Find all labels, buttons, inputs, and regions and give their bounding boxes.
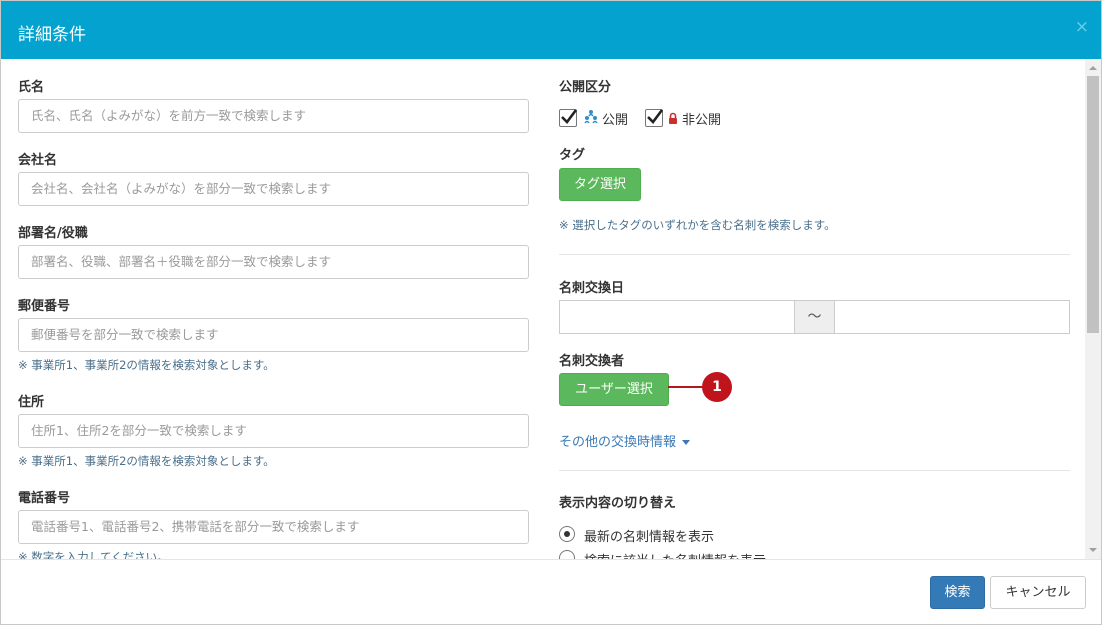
divider (559, 254, 1070, 255)
other-exchange-info-link[interactable]: その他の交換時情報 (559, 431, 691, 450)
private-checkbox[interactable] (645, 109, 664, 127)
scroll-up-arrow-icon[interactable] (1089, 66, 1097, 70)
dialog-title: 詳細条件 (18, 25, 86, 45)
close-icon[interactable]: × (1075, 17, 1089, 37)
tag-note: ※ 選択したタグのいずれかを含む名刺を検索します。 (559, 218, 836, 232)
search-button[interactable]: 検索 (930, 576, 985, 609)
checkmark-icon (647, 109, 664, 124)
exchange-date-label: 名刺交換日 (559, 281, 625, 296)
postal-note: ※ 事業所1、事業所2の情報を検索対象とします。 (18, 358, 275, 372)
scroll-down-arrow-icon[interactable] (1089, 548, 1097, 552)
dept-label: 部署名/役職 (18, 226, 88, 241)
exchanger-label: 名刺交換者 (559, 354, 625, 369)
other-exchange-info-label: その他の交換時情報 (559, 435, 677, 450)
matched-card-option-label: 検索に該当した名刺情報を表示 (584, 550, 766, 559)
postal-input[interactable]: 郵便番号を部分一致で検索します (18, 318, 529, 352)
visibility-label: 公開区分 (559, 80, 612, 95)
cancel-button[interactable]: キャンセル (990, 576, 1086, 609)
dialog-header: 詳細条件 × (1, 1, 1101, 59)
caret-down-icon (682, 440, 691, 445)
exchange-date-to-input[interactable] (834, 300, 1070, 334)
private-option-label: 非公開 (682, 113, 722, 128)
dialog-scrollbar[interactable] (1085, 59, 1101, 559)
checkmark-icon (561, 109, 578, 124)
callout-line (668, 386, 706, 388)
company-label: 会社名 (18, 153, 58, 168)
date-range-separator: ～ (794, 300, 835, 334)
dialog-footer: 検索 キャンセル (1, 559, 1101, 624)
name-label: 氏名 (18, 80, 45, 95)
postal-label: 郵便番号 (18, 299, 71, 314)
latest-card-option-label: 最新の名刺情報を表示 (584, 530, 715, 545)
public-checkbox[interactable] (559, 109, 578, 127)
phone-label: 電話番号 (18, 491, 71, 506)
search-conditions-dialog: 詳細条件 × 氏名 氏名、氏名（よみがな）を前方一致で検索します 会社名 会社名… (0, 0, 1102, 625)
latest-card-radio[interactable] (559, 526, 575, 542)
scroll-thumb[interactable] (1087, 76, 1099, 333)
phone-note: ※ 数字を入力してください。 (18, 550, 169, 559)
shared-people-icon (584, 108, 598, 128)
dept-input[interactable]: 部署名、役職、部署名＋役職を部分一致で検索します (18, 245, 529, 279)
public-option-label: 公開 (602, 113, 629, 128)
lock-icon (668, 110, 678, 129)
user-select-button[interactable]: ユーザー選択 (559, 373, 669, 406)
tag-label: タグ (559, 148, 586, 163)
address-input[interactable]: 住所1、住所2を部分一致で検索します (18, 414, 529, 448)
matched-card-radio[interactable] (559, 550, 575, 559)
name-input[interactable]: 氏名、氏名（よみがな）を前方一致で検索します (18, 99, 529, 133)
phone-input[interactable]: 電話番号1、電話番号2、携帯電話を部分一致で検索します (18, 510, 529, 544)
exchange-date-from-input[interactable] (559, 300, 795, 334)
display-toggle-label: 表示内容の切り替え (559, 496, 677, 511)
tag-select-button[interactable]: タグ選択 (559, 168, 641, 201)
dialog-body: 氏名 氏名、氏名（よみがな）を前方一致で検索します 会社名 会社名、会社名（よみ… (1, 59, 1101, 559)
address-note: ※ 事業所1、事業所2の情報を検索対象とします。 (18, 454, 275, 468)
divider (559, 470, 1070, 471)
address-label: 住所 (18, 395, 45, 410)
callout-badge: 1 (702, 372, 732, 402)
company-input[interactable]: 会社名、会社名（よみがな）を部分一致で検索します (18, 172, 529, 206)
